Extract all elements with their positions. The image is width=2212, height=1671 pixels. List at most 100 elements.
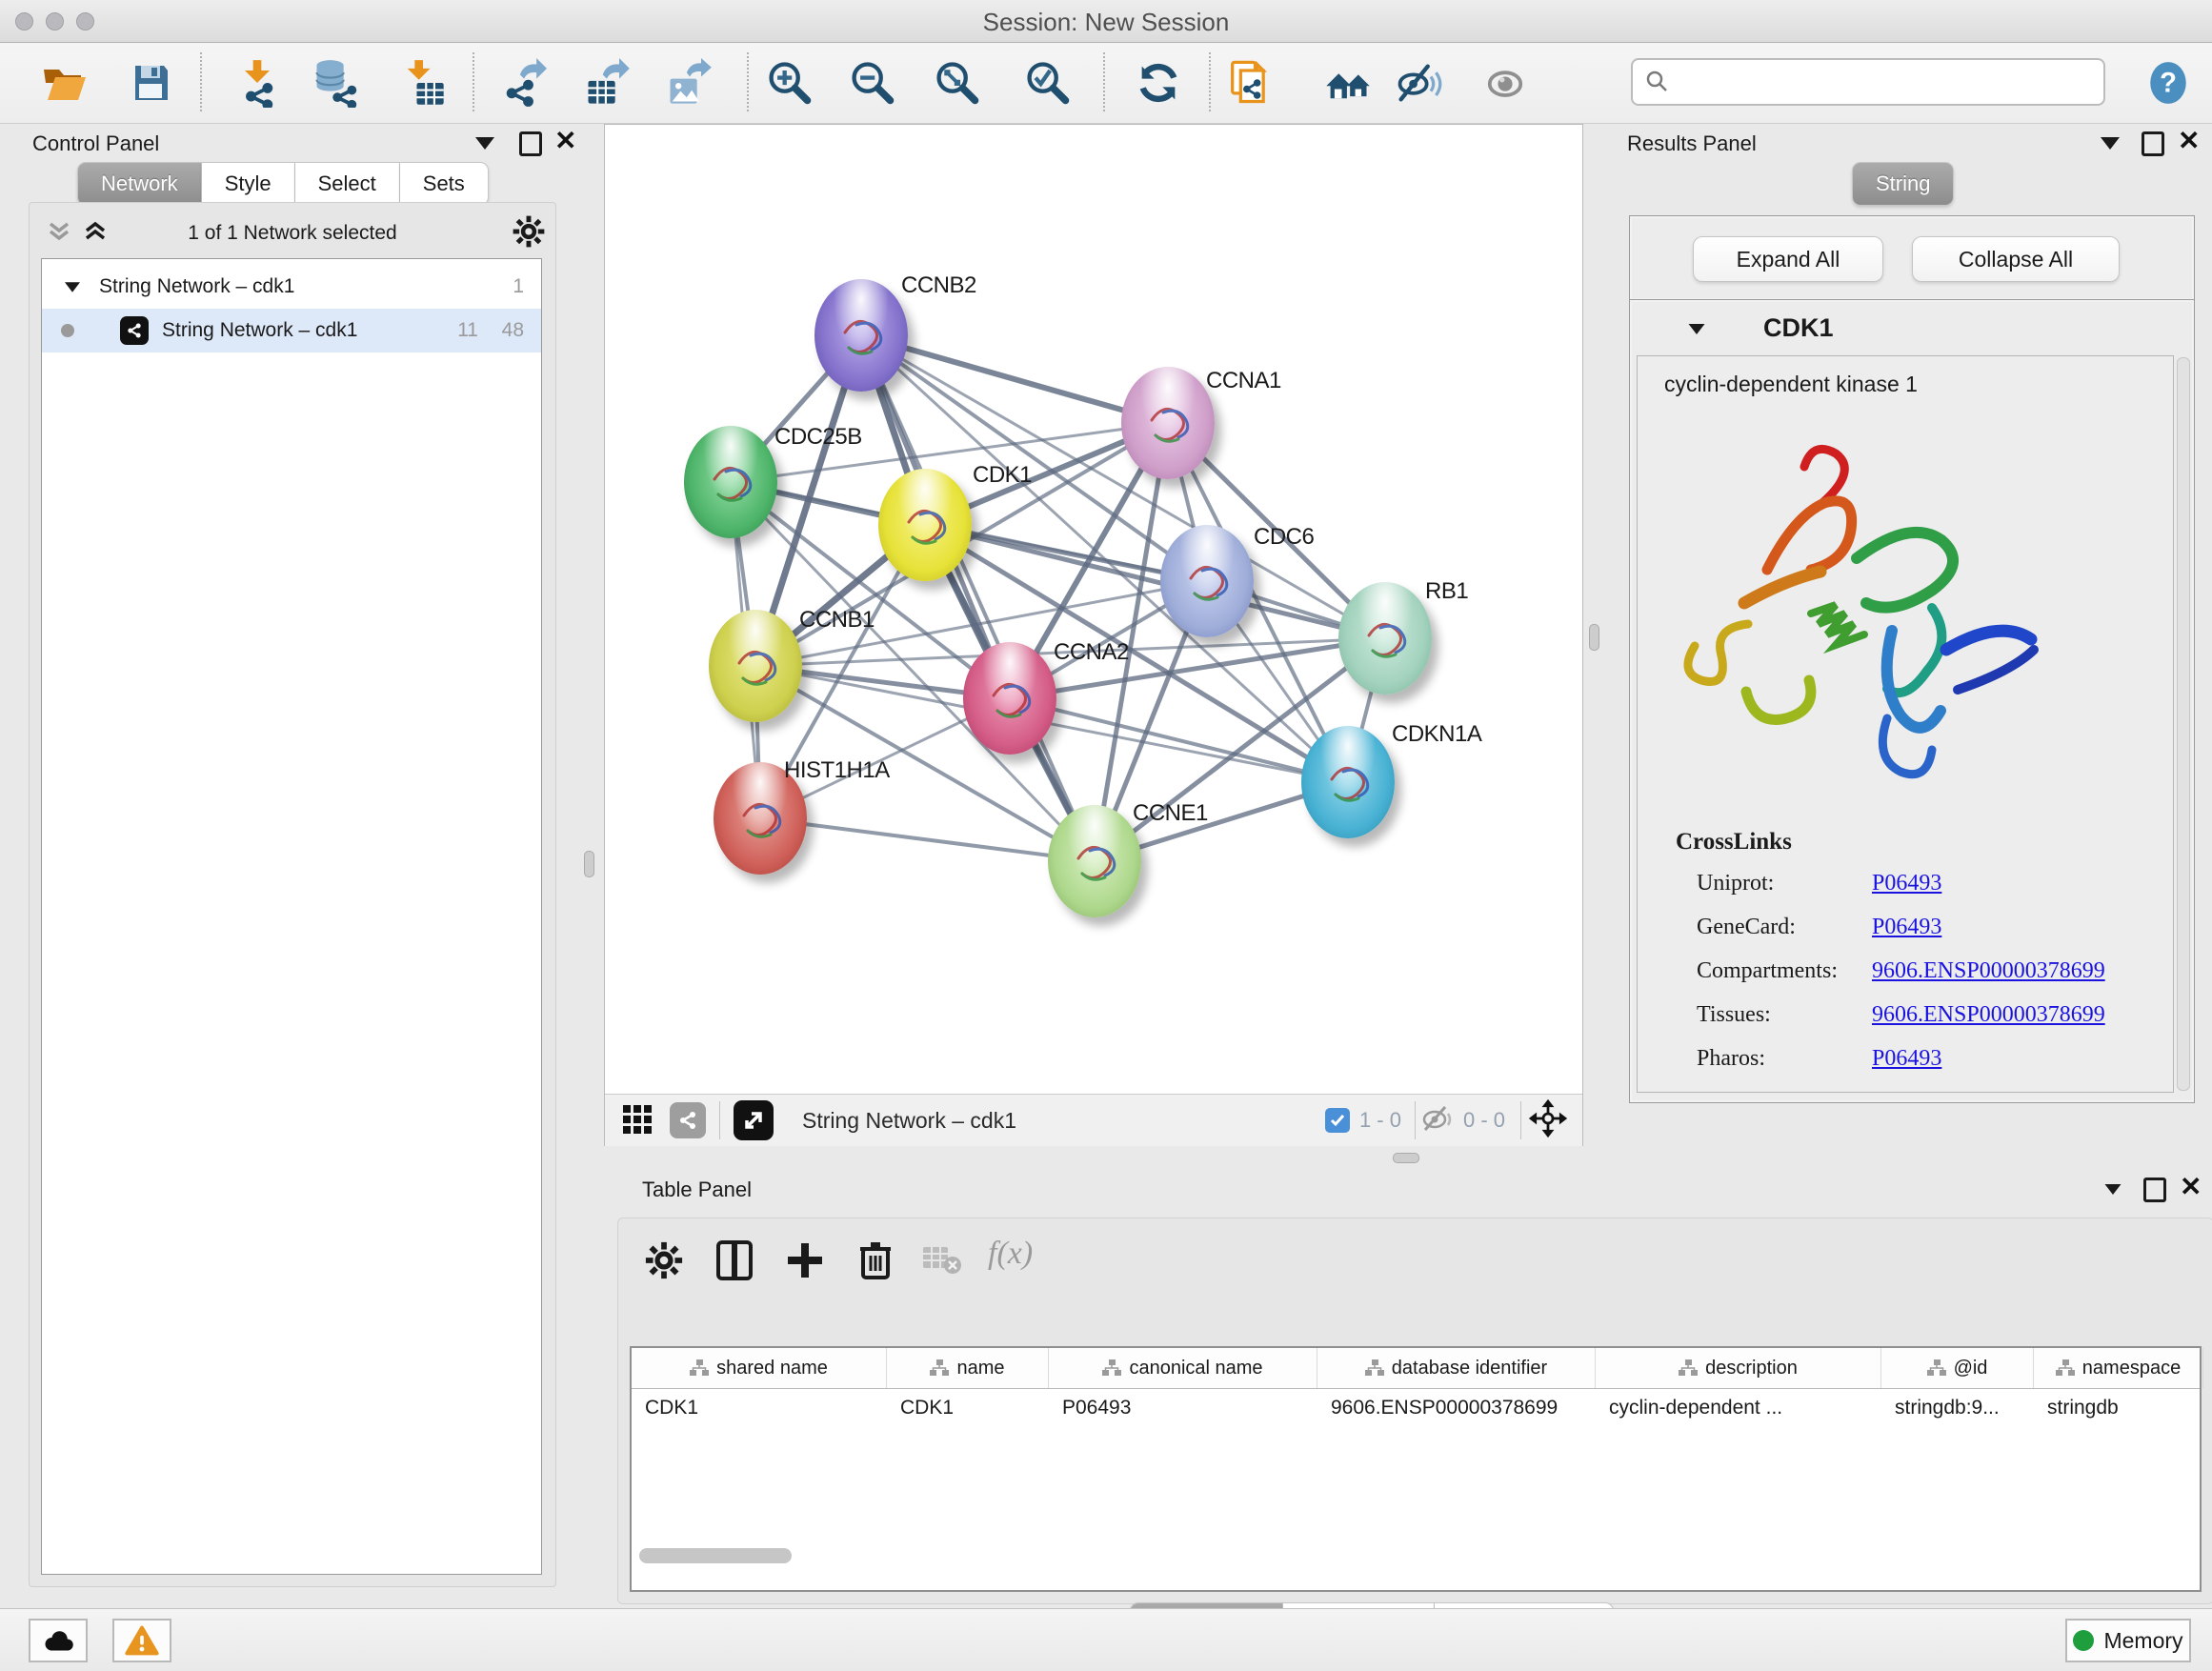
network-node-cdk1[interactable]: [878, 469, 972, 581]
column-header-shared-name[interactable]: shared name: [632, 1348, 887, 1388]
crosslink-label: Compartments:: [1697, 958, 1838, 984]
fit-content-move-icon[interactable]: [1527, 1097, 1569, 1144]
crosslink-compartments[interactable]: 9606.ENSP00000378699: [1872, 958, 2105, 984]
column-header-description[interactable]: description: [1596, 1348, 1881, 1388]
open-session-icon[interactable]: [38, 56, 91, 110]
network-node-cdkn1a[interactable]: [1301, 726, 1395, 838]
network-node-ccnb1[interactable]: [709, 610, 802, 722]
control-panel-tabs: Network Style Select Sets: [77, 162, 489, 206]
show-columns-icon[interactable]: [712, 1238, 757, 1283]
table-data-row[interactable]: CDK1CDK1P064939606.ENSP00000378699cyclin…: [632, 1389, 2200, 1427]
crosslink-pharos[interactable]: P06493: [1872, 1046, 1941, 1072]
panel-float-icon[interactable]: [2142, 131, 2164, 156]
zoom-fit-icon[interactable]: [930, 56, 983, 110]
network-list-options-icon[interactable]: [512, 214, 546, 253]
panel-float-icon[interactable]: [2143, 1178, 2166, 1202]
export-image-icon[interactable]: [662, 56, 715, 110]
export-table-icon[interactable]: [580, 56, 633, 110]
cloud-icon: [39, 1626, 77, 1655]
network-node-ccna2[interactable]: [963, 642, 1056, 755]
network-row[interactable]: String Network – cdk1 11 48: [42, 309, 541, 352]
network-edge-count: 48: [502, 319, 524, 342]
search-input[interactable]: [1671, 69, 2103, 95]
panel-menu-icon[interactable]: [2105, 1184, 2122, 1195]
memory-button[interactable]: Memory: [2065, 1619, 2191, 1662]
section-collapse-icon[interactable]: [1689, 324, 1705, 334]
node-label: CCNE1: [1133, 800, 1208, 827]
first-neighbors-icon[interactable]: [1321, 56, 1375, 110]
string-view-icon[interactable]: [670, 1102, 706, 1138]
zoom-out-icon[interactable]: [845, 56, 898, 110]
tab-select[interactable]: Select: [295, 162, 400, 206]
network-node-ccna1[interactable]: [1121, 367, 1215, 479]
crosslink-label: Pharos:: [1697, 1046, 1765, 1072]
cell-database-identifier: 9606.ENSP00000378699: [1317, 1389, 1596, 1427]
tab-style[interactable]: Style: [202, 162, 295, 206]
panel-menu-icon[interactable]: [2101, 137, 2120, 150]
detach-view-icon[interactable]: [734, 1100, 774, 1140]
network-node-cdc6[interactable]: [1160, 525, 1254, 637]
panel-close-icon[interactable]: ✕: [2178, 131, 2200, 151]
new-network-from-selection-icon[interactable]: [1222, 56, 1276, 110]
save-session-icon[interactable]: [124, 56, 177, 110]
column-header-canonical-name[interactable]: canonical name: [1049, 1348, 1317, 1388]
panel-close-icon[interactable]: ✕: [2180, 1178, 2202, 1197]
delete-column-icon[interactable]: [853, 1238, 898, 1283]
import-network-file-icon[interactable]: [231, 56, 284, 110]
import-network-database-icon[interactable]: [309, 56, 362, 110]
zoom-in-icon[interactable]: [762, 56, 815, 110]
tab-sets[interactable]: Sets: [400, 162, 489, 206]
apply-layout-icon[interactable]: [1132, 56, 1185, 110]
left-splitter-handle[interactable]: [584, 851, 594, 877]
table-hscrollbar[interactable]: [639, 1548, 792, 1563]
network-node-ccne1[interactable]: [1048, 805, 1141, 917]
show-all-icon[interactable]: [1478, 56, 1532, 110]
node-label: CCNA1: [1206, 368, 1281, 394]
crosslink-genecard[interactable]: P06493: [1872, 915, 1941, 940]
network-node-rb1[interactable]: [1338, 582, 1432, 695]
hidden-eye-icon: [1419, 1104, 1454, 1137]
panel-close-icon[interactable]: ✕: [554, 131, 576, 151]
grid-view-icon[interactable]: [620, 1100, 656, 1141]
zoom-selected-icon[interactable]: [1020, 56, 1074, 110]
column-header-name[interactable]: name: [887, 1348, 1049, 1388]
panel-float-icon[interactable]: [519, 131, 542, 156]
column-type-icon: [1102, 1359, 1121, 1377]
tab-string[interactable]: String: [1852, 162, 1954, 206]
table-options-icon[interactable]: [641, 1238, 687, 1283]
cloud-button[interactable]: [29, 1619, 88, 1662]
panel-menu-icon[interactable]: [475, 137, 494, 150]
column-type-icon: [930, 1359, 949, 1377]
cell-canonical-name: P06493: [1049, 1389, 1317, 1427]
toolbar-separator: [473, 52, 474, 111]
right-splitter-handle[interactable]: [1589, 624, 1599, 651]
warning-button[interactable]: [112, 1619, 171, 1662]
toolbar-separator: [747, 52, 749, 111]
column-type-icon: [690, 1359, 709, 1377]
column-header--id[interactable]: @id: [1881, 1348, 2034, 1388]
crosslink-tissues[interactable]: 9606.ENSP00000378699: [1872, 1002, 2105, 1028]
add-column-icon[interactable]: [782, 1238, 828, 1283]
collapse-all-button[interactable]: Collapse All: [1912, 236, 2120, 282]
tab-network[interactable]: Network: [77, 162, 202, 206]
network-canvas[interactable]: CCNB2CCNA1CDC25BCDK1CDC6RB1CCNB1CCNA2CDK…: [605, 125, 1582, 1094]
hide-selected-icon[interactable]: [1392, 56, 1445, 110]
column-header-namespace[interactable]: namespace: [2034, 1348, 2203, 1388]
bottom-splitter-handle[interactable]: [1393, 1153, 1419, 1163]
collection-expand-icon[interactable]: [65, 282, 80, 292]
results-scrollbar[interactable]: [2177, 357, 2190, 1091]
expand-all-button[interactable]: Expand All: [1693, 236, 1883, 282]
column-header-database-identifier[interactable]: database identifier: [1317, 1348, 1596, 1388]
import-table-file-icon[interactable]: [396, 56, 450, 110]
help-icon[interactable]: ?: [2142, 56, 2195, 110]
export-network-icon[interactable]: [495, 56, 549, 110]
network-node-cdc25b[interactable]: [684, 426, 777, 538]
column-type-icon: [1679, 1359, 1698, 1377]
network-node-ccnb2[interactable]: [814, 279, 908, 392]
main-toolbar: ?: [0, 43, 2212, 124]
protein-thumbnail: [1338, 582, 1432, 695]
crosslink-uniprot[interactable]: P06493: [1872, 871, 1941, 896]
network-collection-row[interactable]: String Network – cdk1 1: [42, 265, 541, 309]
toolbar-separator: [200, 52, 202, 111]
selected-checkbox-icon[interactable]: [1325, 1108, 1350, 1133]
